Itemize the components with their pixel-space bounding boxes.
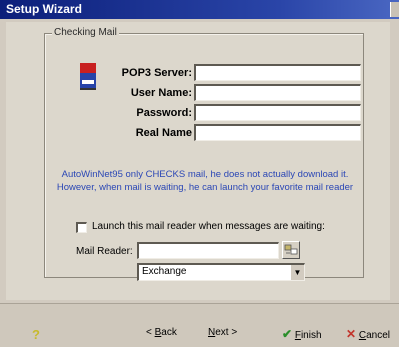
cancel-button[interactable]: ✕ Cancel [346, 327, 390, 341]
title-bar[interactable]: Setup Wizard [0, 0, 399, 19]
launch-reader-checkbox[interactable] [76, 222, 87, 233]
help-icon[interactable]: ? [32, 327, 40, 342]
mail-reader-select[interactable]: Exchange ▼ [137, 263, 305, 281]
window-title: Setup Wizard [6, 2, 82, 16]
user-name-label: User Name: [130, 87, 192, 99]
info-line: AutoWinNet95 only CHECKS mail, he does n… [61, 169, 349, 180]
next-button[interactable]: Next > [208, 327, 237, 338]
user-name-input[interactable] [194, 84, 361, 101]
info-line: However, when mail is waiting, he can la… [56, 182, 354, 193]
browse-icon [284, 244, 298, 258]
setup-wizard-window: Setup Wizard Checking Mail POP3 Server: … [0, 0, 399, 347]
check-icon: ✔ [282, 327, 293, 341]
pop3-server-input[interactable] [194, 64, 361, 81]
mail-reader-select-value: Exchange [142, 266, 187, 277]
button-bar [0, 303, 399, 347]
close-icon: ✕ [346, 327, 357, 341]
mail-reader-input[interactable] [137, 242, 279, 259]
launch-reader-label[interactable]: Launch this mail reader when messages ar… [92, 221, 325, 232]
password-label: Password: [136, 107, 192, 119]
back-button[interactable]: < Back [146, 327, 177, 338]
password-input[interactable] [194, 104, 361, 121]
browse-button[interactable] [282, 241, 300, 259]
chevron-down-icon[interactable]: ▼ [290, 265, 304, 280]
real-name-label: Real Name [135, 127, 192, 139]
mail-icon [78, 62, 98, 92]
pop3-server-label: POP3 Server: [121, 67, 192, 79]
title-bar-button[interactable] [390, 2, 399, 17]
real-name-input[interactable] [194, 124, 361, 141]
group-title: Checking Mail [52, 27, 119, 38]
finish-button[interactable]: ✔ Finish [282, 327, 322, 341]
info-text: AutoWinNet95 only CHECKS mail, he does n… [48, 168, 362, 194]
mail-reader-label: Mail Reader: [76, 246, 133, 257]
